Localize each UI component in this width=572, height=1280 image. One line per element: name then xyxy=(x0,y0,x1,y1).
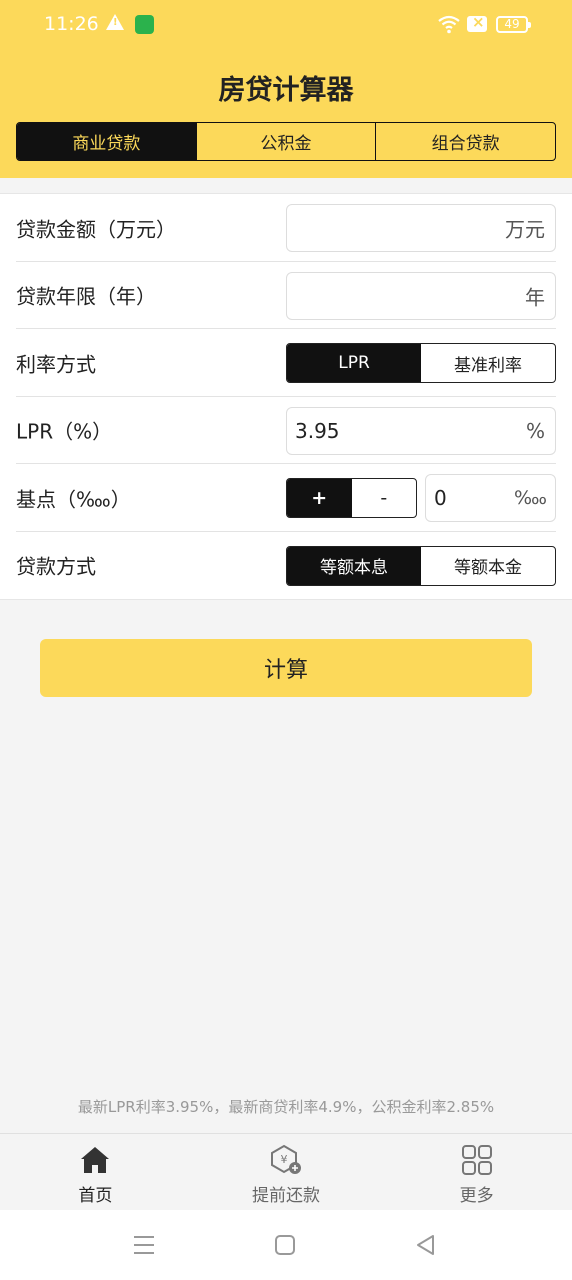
lpr-unit: % xyxy=(525,418,545,443)
home-nav-icon[interactable] xyxy=(270,1230,300,1260)
warning-icon xyxy=(106,14,124,30)
system-nav-bar xyxy=(0,1210,572,1280)
years-input[interactable] xyxy=(295,272,515,319)
years-row: 贷款年限（年） 年 xyxy=(0,262,572,330)
rate-mode-row: 利率方式 LPR 基准利率 xyxy=(0,329,572,397)
loan-form: 贷款金额（万元） 万元 贷款年限（年） 年 利率方式 LPR 基准利率 LPR（… xyxy=(0,193,572,600)
years-unit: 年 xyxy=(525,285,545,309)
repay-equal-principal-option[interactable]: 等额本金 xyxy=(421,547,555,585)
tab-prepay-label: 提前还款 xyxy=(252,1186,320,1206)
loan-type-tabs: 商业贷款 公积金 组合贷款 xyxy=(16,122,556,161)
years-label: 贷款年限（年） xyxy=(16,284,156,309)
tab-commercial-loan[interactable]: 商业贷款 xyxy=(17,123,197,160)
status-bar: 11:26 49 xyxy=(0,0,572,52)
tab-prepay[interactable]: ¥ 提前还款 xyxy=(191,1134,382,1210)
basis-value[interactable]: 0 xyxy=(434,486,447,510)
header: 11:26 49 房贷计算器 商业贷款 公积金 组合贷款 xyxy=(0,0,572,178)
basis-row: 基点（‱） + - 0 ‱ xyxy=(0,464,572,532)
amount-row: 贷款金额（万元） 万元 xyxy=(0,194,572,262)
grid-icon xyxy=(461,1145,492,1175)
repay-equal-installment-option[interactable]: 等额本息 xyxy=(287,546,421,585)
tab-more[interactable]: 更多 xyxy=(381,1134,572,1210)
rate-mode-toggle: LPR 基准利率 xyxy=(286,343,556,383)
rate-mode-benchmark-option[interactable]: 基准利率 xyxy=(421,344,555,382)
home-icon xyxy=(81,1147,110,1173)
lpr-input[interactable] xyxy=(295,407,515,454)
tab-combined-loan[interactable]: 组合贷款 xyxy=(376,123,555,160)
basis-unit: ‱ xyxy=(514,487,547,509)
lpr-label: LPR（%） xyxy=(16,419,113,444)
status-time: 11:26 xyxy=(44,13,99,35)
back-icon[interactable] xyxy=(411,1230,441,1260)
rate-footnote: 最新LPR利率3.95%，最新商贷利率4.9%，公积金利率2.85% xyxy=(77,1098,495,1116)
repay-method-toggle: 等额本息 等额本金 xyxy=(286,545,556,586)
amount-unit: 万元 xyxy=(505,217,545,242)
calculate-button[interactable]: 计算 xyxy=(40,639,532,697)
page-title: 房贷计算器 xyxy=(218,75,354,106)
menu-icon[interactable] xyxy=(129,1230,159,1260)
svg-text:¥: ¥ xyxy=(281,1153,288,1166)
tab-home[interactable]: 首页 xyxy=(0,1134,191,1210)
amount-field[interactable]: 万元 xyxy=(286,204,556,252)
wifi-icon xyxy=(438,15,460,34)
rate-mode-lpr-option[interactable]: LPR xyxy=(287,344,421,382)
tab-more-label: 更多 xyxy=(459,1186,494,1206)
basis-field[interactable]: 0 ‱ xyxy=(425,474,556,522)
basis-label: 基点（‱） xyxy=(16,487,131,512)
basis-plus-button[interactable]: + xyxy=(287,479,352,517)
amount-label: 贷款金额（万元） xyxy=(16,217,176,242)
no-sim-icon xyxy=(467,13,487,32)
lpr-field[interactable]: % xyxy=(286,406,556,455)
repay-label: 贷款方式 xyxy=(16,554,96,579)
basis-minus-button[interactable]: - xyxy=(352,479,417,517)
lpr-row: LPR（%） % xyxy=(0,397,572,465)
bottom-tab-bar: 首页 ¥ 提前还款 更多 xyxy=(0,1133,572,1210)
app-notification-icon xyxy=(135,15,154,34)
basis-sign-toggle: + - xyxy=(286,478,417,518)
repay-row: 贷款方式 等额本息 等额本金 xyxy=(0,532,572,600)
tab-home-label: 首页 xyxy=(78,1186,113,1206)
years-field[interactable]: 年 xyxy=(286,271,556,320)
tab-housing-fund[interactable]: 公积金 xyxy=(197,123,377,160)
rate-mode-label: 利率方式 xyxy=(16,352,96,377)
prepay-icon: ¥ xyxy=(271,1144,301,1174)
battery-icon: 49 xyxy=(496,16,531,33)
amount-input[interactable] xyxy=(295,205,515,251)
